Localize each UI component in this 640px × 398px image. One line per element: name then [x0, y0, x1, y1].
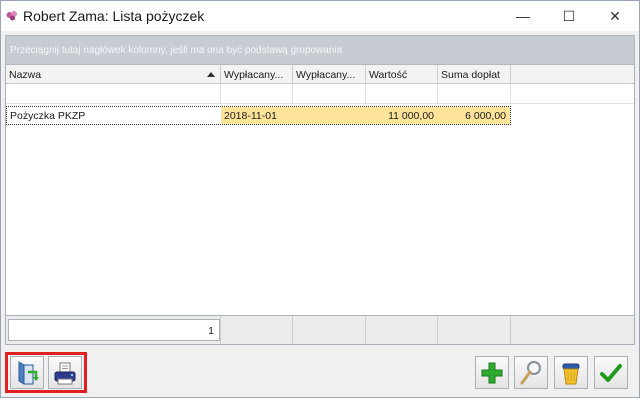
minimize-icon: —: [516, 8, 530, 24]
table-row[interactable]: Pożyczka PKZP 2018-11-01 11 000,00 6 000…: [6, 106, 511, 125]
close-icon: ✕: [609, 7, 621, 24]
column-label: Wypłacany...: [224, 69, 284, 81]
loan-list-window: Robert Zama: Lista pożyczek — ☐ ✕ Przeci…: [0, 0, 640, 398]
maximize-button[interactable]: ☐: [546, 1, 592, 31]
column-label: Nazwa: [9, 69, 42, 81]
window-title: Robert Zama: Lista pożyczek: [23, 8, 205, 24]
maximize-icon: ☐: [562, 7, 576, 24]
filter-cell-wyplacany-1[interactable]: [221, 84, 293, 104]
delete-button[interactable]: [554, 356, 588, 389]
add-button[interactable]: [475, 356, 509, 389]
app-icon: [6, 11, 17, 21]
filter-row: [6, 84, 634, 104]
confirm-button[interactable]: [594, 356, 628, 389]
document-icon: [18, 360, 39, 385]
column-label: Wartość: [369, 69, 408, 81]
document-button[interactable]: [10, 356, 44, 389]
column-header-suma-doplat[interactable]: Suma dopłat: [438, 65, 511, 84]
add-icon: [481, 362, 503, 383]
filter-cell-nazwa[interactable]: [6, 84, 221, 104]
footer-cell-nazwa: 1: [6, 316, 221, 344]
grid-footer: 1: [5, 315, 635, 345]
confirm-icon: [600, 363, 622, 382]
search-icon: [520, 360, 541, 384]
column-header-wyplacany-1[interactable]: Wypłacany...: [221, 65, 293, 84]
search-button[interactable]: [514, 356, 548, 389]
grid-header: Nazwa Wypłacany... Wypłacany... Wartość …: [6, 65, 634, 84]
cell-suma-doplat: 6 000,00: [438, 107, 510, 124]
column-header-nazwa[interactable]: Nazwa: [6, 65, 221, 84]
filter-cell-suma-doplat[interactable]: [438, 84, 511, 104]
print-icon: [54, 362, 76, 384]
column-label: Wypłacany...: [296, 69, 356, 81]
column-header-wartosc[interactable]: Wartość: [366, 65, 438, 84]
grouping-panel[interactable]: Przeciągnij tutaj nagłówek kolumny, jeśl…: [5, 35, 635, 65]
filter-cell-wyplacany-2[interactable]: [293, 84, 366, 104]
bottom-toolbar: [1, 347, 639, 397]
row-count: 1: [8, 319, 220, 341]
footer-cell-wartosc: [366, 316, 438, 344]
column-label: Suma dopłat: [441, 69, 500, 81]
footer-cell-wyplacany-1: [221, 316, 293, 344]
footer-cell-wyplacany-2: [293, 316, 366, 344]
cell-wartosc: 11 000,00: [366, 107, 438, 124]
filter-cell-wartosc[interactable]: [366, 84, 438, 104]
cell-wyplacany-1: 2018-11-01: [221, 107, 293, 124]
grouping-hint: Przeciągnij tutaj nagłówek kolumny, jeśl…: [10, 45, 343, 56]
close-button[interactable]: ✕: [592, 1, 638, 31]
minimize-button[interactable]: —: [500, 1, 546, 31]
cell-wyplacany-2: [293, 107, 366, 124]
cell-nazwa: Pożyczka PKZP: [10, 110, 86, 122]
title-bar[interactable]: Robert Zama: Lista pożyczek — ☐ ✕: [1, 1, 639, 31]
column-header-wyplacany-2[interactable]: Wypłacany...: [293, 65, 366, 84]
print-button[interactable]: [48, 356, 82, 389]
delete-icon: [562, 363, 580, 384]
sort-ascending-icon: [207, 72, 215, 77]
footer-cell-suma-doplat: [438, 316, 511, 344]
loans-grid: Nazwa Wypłacany... Wypłacany... Wartość …: [5, 65, 635, 345]
